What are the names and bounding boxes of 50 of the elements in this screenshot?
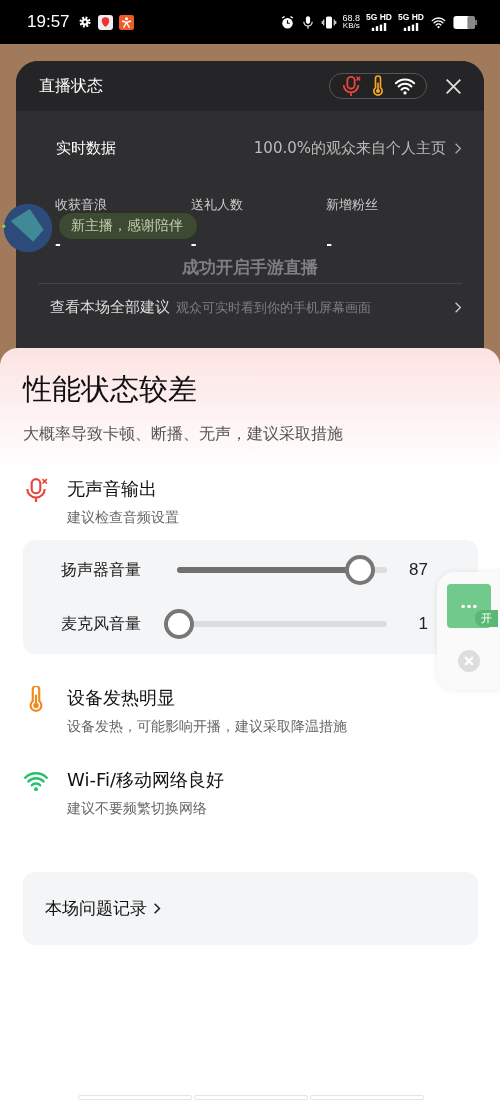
slider-value: 87: [409, 560, 428, 580]
slider-value: 1: [418, 614, 428, 634]
vibrate-icon: [320, 14, 337, 30]
stat-label: 送礼人数: [190, 196, 244, 214]
audience-source-link[interactable]: 100.0%的观众来自个人主页: [253, 139, 462, 158]
slider-label: 麦克风音量: [61, 613, 142, 635]
issue-title: Wi-Fi/移动网络良好: [67, 768, 224, 792]
runner-app-icon: [118, 14, 134, 30]
issue-title: 无声音输出: [67, 477, 158, 501]
stat-label: 收获音浪: [55, 196, 108, 214]
muted-microphone-icon: [340, 75, 362, 97]
issue-description: 建议不要频繁切换网络: [67, 800, 208, 818]
suggestions-link[interactable]: 查看本场全部建议: [50, 298, 170, 317]
section-label: 实时数据: [56, 139, 116, 158]
network-label: 5G HD: [366, 13, 392, 22]
stat-value: -: [326, 236, 334, 252]
wifi-icon: [430, 14, 447, 30]
toast-title: 成功开启手游直播: [38, 256, 462, 284]
sheet-title: 性能状态较差: [23, 371, 198, 408]
slider-label: 扬声器音量: [61, 559, 142, 581]
chevron-right-icon: [454, 301, 462, 314]
map-pin-app-icon: [97, 14, 113, 30]
network-label: 5G HD: [398, 13, 424, 22]
stat-label: 新增粉丝: [326, 196, 380, 214]
issue-title: 设备发热明显: [67, 686, 176, 710]
signal-icon: [370, 23, 388, 31]
gear-icon: [77, 15, 92, 29]
wifi-icon: [394, 75, 416, 97]
signal-icon: [402, 23, 420, 31]
issue-description: 建议检查音频设置: [67, 509, 179, 527]
slider-thumb[interactable]: [164, 609, 195, 639]
alarm-icon: [279, 14, 295, 30]
slider-thumb[interactable]: [344, 555, 375, 585]
battery-icon: [453, 15, 478, 29]
status-badge: 开: [475, 610, 498, 627]
issue-description: 设备发热，可能影响开播，建议采取降温措施: [67, 718, 347, 736]
clock-time: 19:57: [27, 12, 70, 32]
microphone-icon: [300, 14, 315, 30]
speed-unit: KB/s: [342, 22, 360, 30]
sheet-subtitle: 大概率导致卡顿、断播、无声，建议采取措施: [23, 424, 344, 445]
panel-title: 直播状态: [39, 75, 104, 97]
muted-microphone-icon: [23, 477, 49, 503]
chevron-right-icon: [153, 902, 161, 915]
close-icon[interactable]: [445, 77, 462, 95]
new-streamer-badge: 新主播，感谢陪伴: [58, 212, 198, 240]
issue-record-link[interactable]: 本场问题记录: [23, 872, 478, 945]
network-speed: 68.8: [342, 14, 361, 22]
more-icon: [460, 603, 478, 609]
chevron-right-icon: [454, 142, 462, 155]
toast-message: 观众可实时看到你的手机屏幕画面: [176, 298, 372, 317]
